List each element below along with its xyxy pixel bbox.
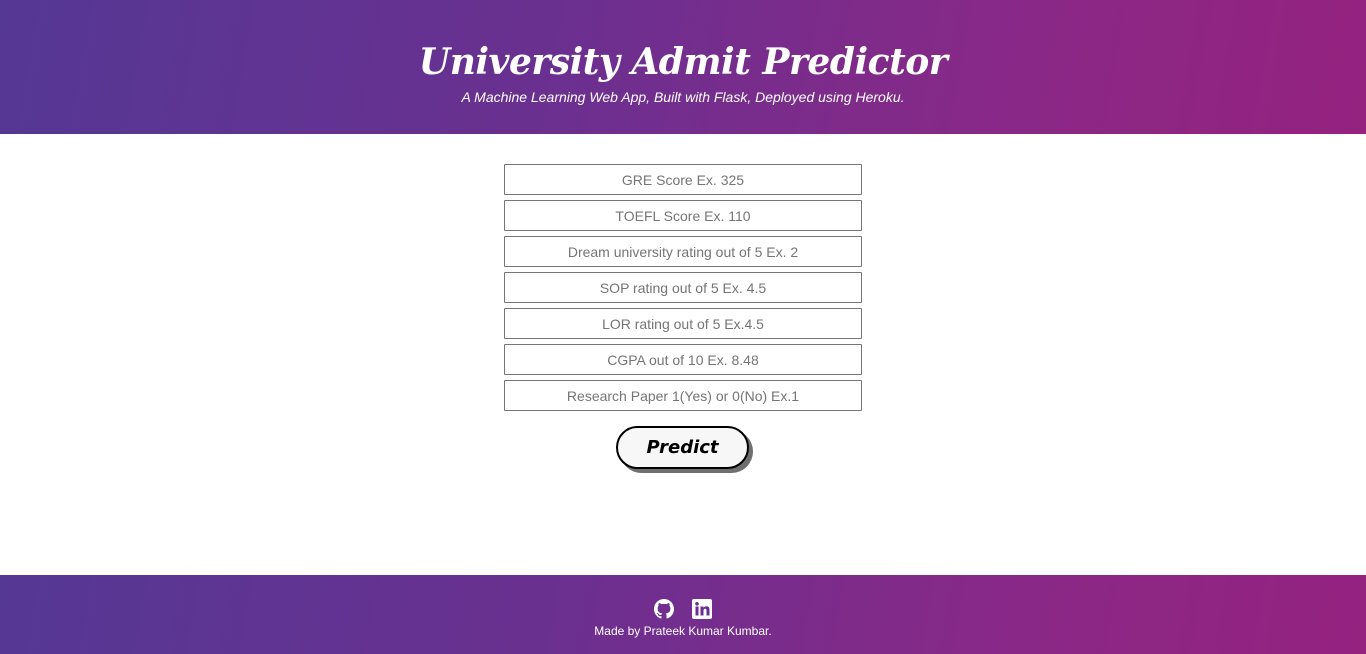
sop-rating-input[interactable] [504,272,862,303]
footer-banner: Made by Prateek Kumar Kumbar. [0,575,1366,654]
university-rating-input[interactable] [504,236,862,267]
page: University Admit Predictor A Machine Lea… [0,0,1366,654]
header-banner: University Admit Predictor A Machine Lea… [0,0,1366,134]
footer-credit: Made by Prateek Kumar Kumbar. [594,624,772,638]
page-title: University Admit Predictor [418,41,948,83]
linkedin-icon[interactable] [692,599,712,619]
predict-button[interactable]: Predict [616,426,749,469]
gre-score-input[interactable] [504,164,862,195]
cgpa-input[interactable] [504,344,862,375]
github-icon[interactable] [654,599,674,619]
social-links [0,599,1366,619]
lor-rating-input[interactable] [504,308,862,339]
research-paper-input[interactable] [504,380,862,411]
page-subtitle: A Machine Learning Web App, Built with F… [461,89,905,105]
prediction-form [504,164,862,416]
toefl-score-input[interactable] [504,200,862,231]
